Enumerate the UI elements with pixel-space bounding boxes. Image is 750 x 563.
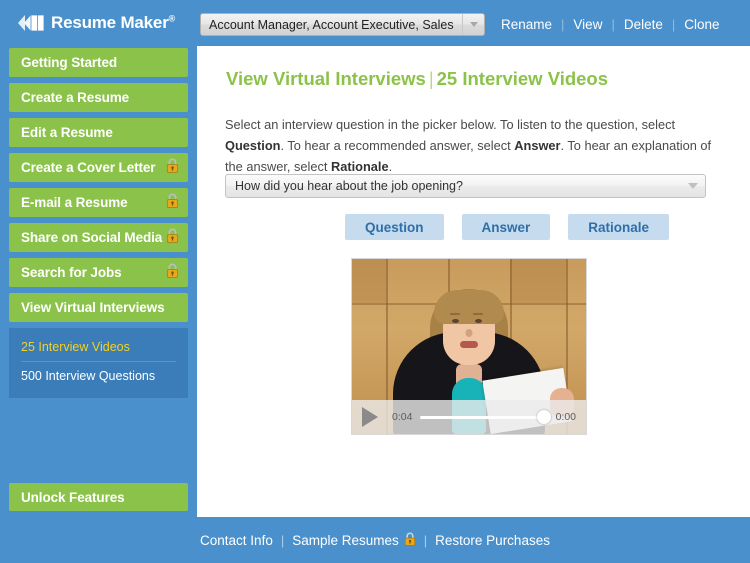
resume-maker-pages-icon — [16, 12, 46, 34]
profile-select[interactable]: Account Manager, Account Executive, Sale… — [200, 13, 485, 36]
contact-info-label: Contact Info — [200, 532, 273, 548]
sidebar-item-label: Create a Cover Letter — [21, 160, 156, 175]
page-title-separator: | — [428, 68, 434, 89]
chevron-down-icon — [681, 175, 705, 197]
sample-resumes-link[interactable]: Sample Resumes — [284, 532, 424, 549]
sidebar-item-label: E-mail a Resume — [21, 195, 128, 210]
video-controls: 0:04 0:00 — [352, 400, 586, 434]
logo-wordmark: Resume Maker® — [51, 13, 176, 32]
lock-icon — [166, 158, 179, 178]
sidebar-item-label: Search for Jobs — [21, 265, 122, 280]
delete-button[interactable]: Delete — [615, 17, 672, 32]
page-title: View Virtual Interviews | 25 Interview Vid… — [226, 68, 608, 90]
lock-icon — [166, 228, 179, 248]
interview-video-player[interactable]: 0:04 0:00 — [351, 258, 587, 435]
app-logo: Resume Maker® — [16, 12, 175, 34]
submenu-item-25-interview-videos[interactable]: 25 Interview Videos — [9, 333, 188, 361]
lock-icon — [166, 193, 179, 213]
sidebar-item-email-a-resume[interactable]: E-mail a Resume — [9, 188, 188, 217]
page-title-page: 25 Interview Videos — [436, 68, 609, 89]
restore-purchases-link[interactable]: Restore Purchases — [427, 533, 558, 548]
sidebar-submenu: 25 Interview Videos 500 Interview Questi… — [9, 328, 188, 398]
question-button[interactable]: Question — [345, 214, 444, 240]
sidebar-item-label: View Virtual Interviews — [21, 300, 165, 315]
clone-button[interactable]: Clone — [675, 17, 728, 32]
profile-select-value: Account Manager, Account Executive, Sale… — [209, 17, 454, 32]
sidebar-item-label: Create a Resume — [21, 90, 130, 105]
submenu-item-500-interview-questions[interactable]: 500 Interview Questions — [9, 362, 188, 390]
sidebar: Getting Started Create a Resume Edit a R… — [0, 46, 197, 517]
elapsed-time: 0:04 — [392, 411, 413, 423]
app-footer: Contact Info | Sample Resumes | Restore … — [0, 517, 750, 563]
rename-button[interactable]: Rename — [492, 17, 561, 32]
sidebar-item-edit-a-resume[interactable]: Edit a Resume — [9, 118, 188, 147]
instructions-text: Select an interview question in the pick… — [225, 117, 712, 174]
sidebar-item-share-on-social-media[interactable]: Share on Social Media — [9, 223, 188, 252]
rationale-button[interactable]: Rationale — [568, 214, 670, 240]
app-header: Resume Maker® Account Manager, Account E… — [0, 0, 750, 46]
instructions-bold-rationale: Rationale — [331, 159, 389, 174]
sample-resumes-label: Sample Resumes — [292, 532, 399, 548]
lock-icon — [166, 263, 179, 283]
sidebar-item-label: Edit a Resume — [21, 125, 113, 140]
instructions-bold-answer: Answer — [514, 138, 561, 153]
instructions-bold-question: Question — [225, 138, 281, 153]
question-picker-value: How did you hear about the job opening? — [235, 179, 463, 193]
sidebar-item-label: Getting Started — [21, 55, 118, 70]
question-picker-select[interactable]: How did you hear about the job opening? — [225, 174, 706, 198]
play-icon[interactable] — [362, 407, 378, 427]
toolbar-actions: Rename | View | Delete | Clone — [492, 13, 729, 36]
main-content: View Virtual Interviews | 25 Interview Vid… — [197, 46, 750, 517]
sidebar-item-label: Share on Social Media — [21, 230, 163, 245]
unlock-features-button[interactable]: Unlock Features — [9, 483, 188, 511]
page-title-section: View Virtual Interviews — [226, 68, 426, 89]
video-scrubber[interactable] — [420, 410, 551, 424]
unlock-features-label: Unlock Features — [21, 489, 125, 505]
view-button[interactable]: View — [564, 17, 611, 32]
answer-button[interactable]: Answer — [461, 214, 551, 240]
sidebar-item-view-virtual-interviews[interactable]: View Virtual Interviews — [9, 293, 188, 322]
sidebar-item-create-a-resume[interactable]: Create a Resume — [9, 83, 188, 112]
contact-info-link[interactable]: Contact Info — [192, 533, 281, 548]
chevron-down-icon — [462, 14, 484, 35]
sidebar-item-getting-started[interactable]: Getting Started — [9, 48, 188, 77]
restore-purchases-label: Restore Purchases — [435, 532, 550, 548]
scrubber-knob[interactable] — [536, 410, 551, 424]
sidebar-item-create-a-cover-letter[interactable]: Create a Cover Letter — [9, 153, 188, 182]
sidebar-item-search-for-jobs[interactable]: Search for Jobs — [9, 258, 188, 287]
lock-icon — [404, 532, 416, 549]
audio-playback-buttons: Question Answer Rationale — [345, 214, 670, 240]
remaining-time: 0:00 — [555, 411, 576, 423]
